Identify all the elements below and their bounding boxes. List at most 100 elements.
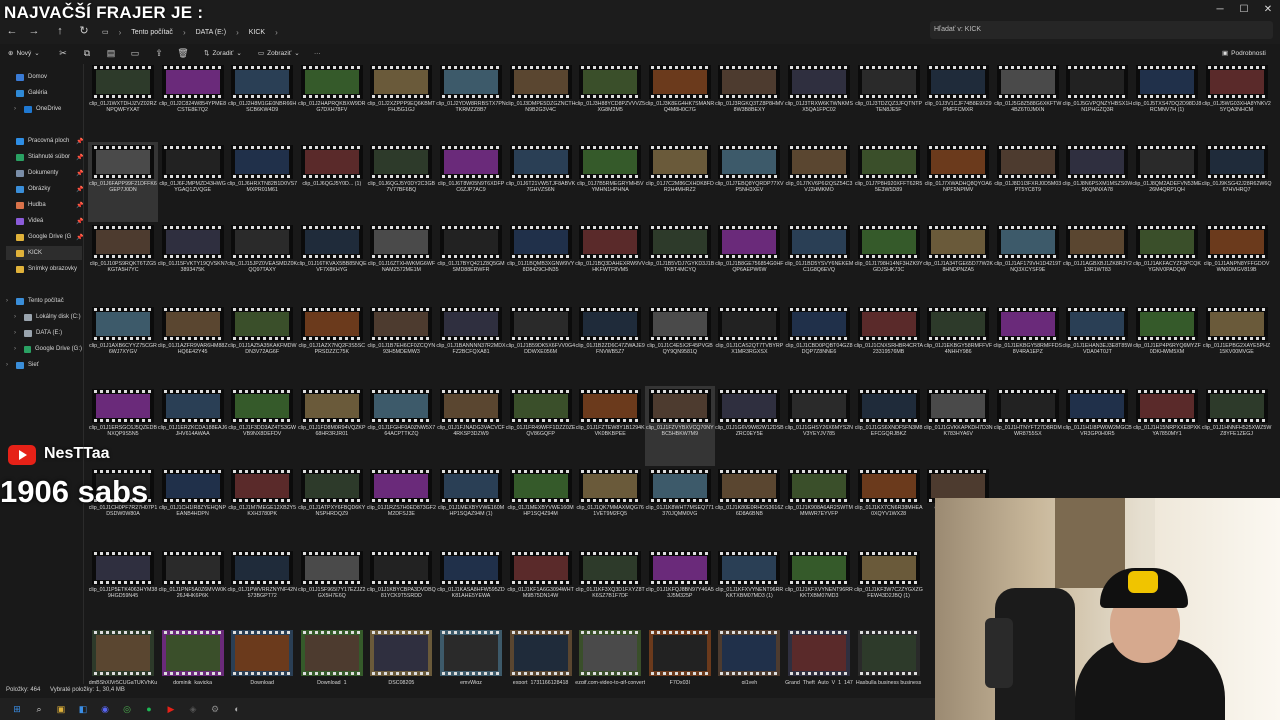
file-item[interactable]: clip_01J1K8WHT7MSEQ771370JQMM0VG: [645, 466, 715, 546]
details-button[interactable]: ▣ Podrobnosti: [1222, 47, 1266, 59]
file-item[interactable]: clip_01J7B5RMEGRYMH5VYMHN1HPHNA: [575, 142, 645, 222]
discord-icon[interactable]: ◉: [96, 700, 114, 718]
file-item[interactable]: clip_01J16ZTXHWKMG6WFNAMZ572ME1M: [366, 222, 436, 302]
file-item[interactable]: clip_01J15FVKTY19QVSKN73893475K: [158, 222, 228, 302]
file-item[interactable]: clip_01J1B59DK5X6FVV0G4DDWXE056M: [506, 304, 576, 384]
file-item[interactable]: clip_01J1FJNADG3VACVCF4RKSP3DZW9: [436, 386, 506, 466]
file-item[interactable]: clip_01J1B5VDJ7GYKD3J1BTKBT4MCYQ: [645, 222, 715, 302]
more-button[interactable]: ···: [314, 47, 321, 59]
file-item[interactable]: clip_01J1EKBGY58RMFFVF4NHHY986: [923, 304, 993, 384]
file-item[interactable]: clip_01J1B8GE756854G0HFQP6AEPW6W: [714, 222, 784, 302]
file-item[interactable]: clip_01J17BYQ421Z8Q5GMSMD88ERWFR: [436, 222, 506, 302]
expand-icon[interactable]: ›: [14, 346, 20, 352]
file-item[interactable]: clip_01J1FGHF0A0ZNW5X764ACPTTKZQ: [366, 386, 436, 466]
file-item[interactable]: clip_01J1ERZKCDA188EAJ6JHV614AWAA: [158, 386, 228, 466]
breadcrumb[interactable]: ▭ › Tento počítač › DATA (E:) › KICK ›: [102, 23, 278, 41]
file-item[interactable]: clip_01J6QGJ5Y0DY2C3GB7V77BF6BQ: [366, 142, 436, 222]
file-item[interactable]: clip_01J1WXTDHJZVZ02RZNPQWFYXAT: [88, 62, 158, 142]
sort-button[interactable]: ⇅ Zoradiť ⌄: [204, 47, 242, 59]
file-item[interactable]: clip_01J1KF3XQ3D1FXYZ8TK6SZ7B1F7DF: [575, 548, 645, 628]
file-item[interactable]: clip_01J7KV6P6I2QSZ54C3VJ2HMKMO: [784, 142, 854, 222]
expand-icon[interactable]: ›: [14, 314, 20, 320]
breadcrumb-item[interactable]: Tento počítač: [131, 29, 173, 36]
file-item[interactable]: clip_01J1CBD0PQBT04GZ8DQP7Z8NNE6: [784, 304, 854, 384]
sidebar-item-12[interactable]: › Tento počítač: [6, 294, 82, 308]
file-item[interactable]: clip_01J1BANNNN37R2MDXFZ2BCFQXA81: [436, 304, 506, 384]
forward-button[interactable]: →: [24, 22, 44, 40]
file-item[interactable]: clip_01J1BQ3DAHEXRW9VVHKFWTF8VM5: [575, 222, 645, 302]
file-item[interactable]: clip_01J9KSG42J28R62W6Q67HVHRQ7: [1202, 142, 1272, 222]
chrome-icon[interactable]: ◎: [118, 700, 136, 718]
file-item[interactable]: clip_01J1CH1IR8ZYEHQNPEANB4HDPN: [158, 466, 228, 546]
file-item[interactable]: clip_01J1KF1A6G3094WHTM9B75DN14W: [506, 548, 576, 628]
breadcrumb-item[interactable]: DATA (E:): [196, 29, 226, 36]
file-item[interactable]: clip_01J1CAS2QT7TVBYRPX1MR3RGXSX: [714, 304, 784, 384]
breadcrumb-item[interactable]: KICK: [249, 29, 265, 36]
file-item[interactable]: clip_01J1M7MEGE12XB2Y5KXH3780PK: [227, 466, 297, 546]
file-item[interactable]: clip_01J3DMPE5DZGZNCTHN9B2G3V4C: [506, 62, 576, 142]
sidebar-item-13[interactable]: › Lokálny disk (C:): [14, 310, 82, 324]
file-item[interactable]: clip_01J3K8EG4HK7SMANRQ4M8H0C7G: [645, 62, 715, 142]
file-item[interactable]: clip_01J1FZVYBXVCQ70NYBC5HBKW7M9: [644, 386, 715, 466]
file-item[interactable]: clip_01J1EKBGY58RMFFDS8V4RA1EPZ: [993, 304, 1063, 384]
file-item[interactable]: clip_01J3V1CJF74B8E9X29PMFFCMXR: [923, 62, 993, 142]
file-item[interactable]: clip_01J1AZX7NQ2F3S5SCPRSDZZC75K: [297, 304, 367, 384]
file-item[interactable]: clip_01J3TRXW6KTWNKMSX5QA1FPC02: [784, 62, 854, 142]
file-item[interactable]: clip_01J1P5ETK4063HYM389HGD59N45: [88, 548, 158, 628]
sidebar-item-0[interactable]: Domov: [6, 70, 82, 84]
sidebar-item-1[interactable]: Galéria: [6, 86, 82, 100]
file-item[interactable]: clip_01J7P8H920XFFT62R55E3W5D89: [854, 142, 924, 222]
copy-icon[interactable]: ⧉: [80, 46, 94, 60]
file-item[interactable]: clip_01J1KF3W7C2ZYGXZGFEW43D2JBQ (1): [854, 548, 924, 628]
expand-icon[interactable]: ›: [6, 298, 12, 304]
search-icon[interactable]: ⌕: [30, 700, 48, 718]
file-item[interactable]: clip_01J5G8Z588G6XKFTW4BZ6T0JMXN: [993, 62, 1063, 142]
sidebar-item-11[interactable]: Snímky obrazovky: [6, 262, 82, 276]
sidebar-item-6[interactable]: Obrázky 📌: [6, 182, 83, 196]
file-item[interactable]: clip_01J1KFXVYNENT96RRKKTXBM07MD3: [784, 548, 854, 628]
file-item[interactable]: clip_01J1798H14NF3HZK9YGDJSHK73C: [854, 222, 924, 302]
file-item[interactable]: clip_01J10PS9RQKT6TZG5KGTA5H7YC: [88, 222, 158, 302]
sidebar-item-14[interactable]: › DATA (E:): [14, 326, 82, 340]
file-item[interactable]: clip_01J1MEXBYVWE160MHP1SQAZ94M (1): [436, 466, 506, 546]
file-item[interactable]: clip_01J1B7EH6CF0ZCQYN93H5MDEMW3: [366, 304, 436, 384]
sidebar-item-5[interactable]: Dokumenty 📌: [6, 166, 83, 180]
sidebar-item-3[interactable]: Pracovná ploch 📌: [6, 134, 83, 148]
file-item[interactable]: clip_01J2YDW8RRBSTX7PNTKRMZZ8B7: [436, 62, 506, 142]
maximize-button[interactable]: ☐: [1232, 2, 1256, 18]
sidebar-item-10[interactable]: KICK: [6, 246, 82, 260]
file-item[interactable]: clip_01J1MEXBYVWE160MHP1SQ4Z94M: [506, 466, 576, 546]
rename-icon[interactable]: ▭: [128, 46, 142, 60]
file-item[interactable]: clip_01J1SF965I7Y17EZJZ2GX5H7E6Q: [297, 548, 367, 628]
file-item[interactable]: clip_01J1QK7MMAXMQG761VET9M2FQ5: [575, 466, 645, 546]
sidebar-item-8[interactable]: Videá 📌: [6, 214, 83, 228]
file-item[interactable]: clip_01J2XZPPP9EQ6KBMTFHJ5G1GJ: [366, 62, 436, 142]
file-item[interactable]: clip_01J3RGKQ3TZ8P8HMV8W3B8BEXY: [714, 62, 784, 142]
file-item[interactable]: clip_01J1KX7CN6R38MHEA0XQYV1WX28: [854, 466, 924, 546]
file-item[interactable]: clip_01J2H8M1GE0NBR66HSCB6KW4D9: [227, 62, 297, 142]
file-item[interactable]: clip_01J5TXS47DQ2D98DJ8RCMNV7H (1): [1132, 62, 1202, 142]
minimize-button[interactable]: ─: [1208, 2, 1232, 18]
delete-icon[interactable]: 🗑: [176, 46, 190, 60]
file-item[interactable]: clip_01J6FJMPMZD43HWGYGAQ1ZVQGE: [158, 142, 228, 222]
file-item[interactable]: clip_01J1KFQJ8BN97Y46A53J5M325P: [645, 548, 715, 628]
file-item[interactable]: clip_01J1EHAN3EJ3E8T85WVDA04T0JT: [1062, 304, 1132, 384]
file-item[interactable]: clip_01J7EBQ8YQRDP77XVP5NH3XEV: [714, 142, 784, 222]
file-item[interactable]: clip_01J3TDZQZ3JFQTNTPTEN8JE5F: [854, 62, 924, 142]
file-item[interactable]: clip_01J2C824W854YPME8CSTE8E7Q2: [158, 62, 228, 142]
file-item[interactable]: clip_01J6QGJ5Y0D... (1): [297, 142, 367, 222]
file-item[interactable]: clip_01J1GHSY26X6MYS2NV3YEYJV785: [784, 386, 854, 466]
sidebar-item-9[interactable]: Google Drive (G 📌: [6, 230, 83, 244]
file-item[interactable]: clip_01J1FR49WFF1DZZ0ZEQV86GQFP: [506, 386, 576, 466]
view-button[interactable]: ▭ Zobraziť ⌄: [258, 47, 300, 59]
file-item[interactable]: clip_01J1AF179VH1D4219TNQ3XCYSF9E: [993, 222, 1063, 302]
file-item[interactable]: clip_01J1AZFR9VAR6HM88ZHQ6E42Y45: [158, 304, 228, 384]
file-item[interactable]: clip_01J1HNNFH525XWZ5WZ8YFE1ZEGJ: [1202, 386, 1272, 466]
file-item[interactable]: clip_01J1G6V9W82W12DSBZRC0EY5E: [714, 386, 784, 466]
new-button[interactable]: ⊕ Nový ⌄: [8, 47, 40, 59]
file-item[interactable]: clip_01J1K908A6AR2SWTMMMWR7EYVFP: [784, 466, 854, 546]
sidebar-item-7[interactable]: Hudba 📌: [6, 198, 83, 212]
up-button[interactable]: ↑: [50, 22, 70, 40]
file-item[interactable]: clip_01J1AZ5A35KAKFMDWDN3V72AG6F: [227, 304, 297, 384]
file-item[interactable]: clip_01J1HTNYFT27D8RDMWR8755SX: [993, 386, 1063, 466]
